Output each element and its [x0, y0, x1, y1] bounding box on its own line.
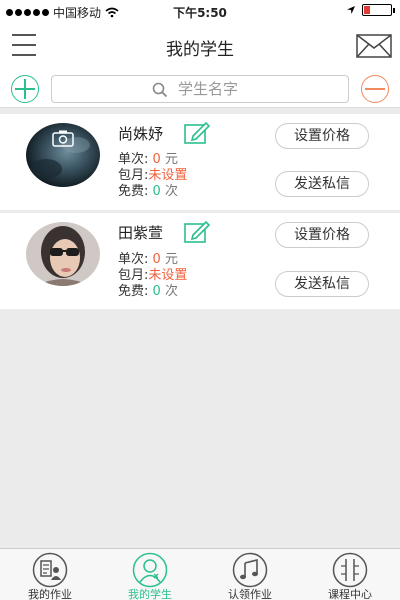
search-icon: [152, 82, 168, 98]
tab-my-students[interactable]: 我的学生: [100, 549, 200, 600]
send-message-button[interactable]: 发送私信: [275, 171, 369, 197]
page-title: 我的学生: [166, 40, 234, 60]
battery-icon: [362, 4, 395, 16]
tab-course-center[interactable]: 课程中心: [300, 549, 400, 600]
student-name: 田紫萱: [118, 224, 164, 242]
tab-my-homework[interactable]: 我的作业: [0, 549, 100, 600]
remove-student-button[interactable]: [361, 75, 389, 103]
nav-bar: 我的学生: [0, 22, 400, 70]
tab-claim-homework[interactable]: 认领作业: [200, 549, 300, 600]
free-label: 免费:: [118, 184, 149, 199]
homework-icon: [32, 552, 68, 588]
tab-label: 我的作业: [28, 588, 72, 600]
student-card: 田紫萱 单次: 0 元 包月:未设置 免费: 0 次 设置价格 发送私信: [0, 213, 400, 309]
tab-bar: 我的作业 我的学生 认领作业 课程中心: [0, 548, 400, 600]
free-value: 0: [152, 184, 161, 199]
tab-label: 课程中心: [328, 588, 372, 600]
clock: 下午5:50: [173, 6, 227, 20]
status-right: [346, 4, 395, 16]
set-price-button[interactable]: 设置价格: [275, 222, 369, 248]
search-input[interactable]: [178, 79, 338, 99]
mail-icon[interactable]: [356, 34, 392, 58]
set-price-button[interactable]: 设置价格: [275, 123, 369, 149]
send-message-button[interactable]: 发送私信: [275, 271, 369, 297]
location-arrow-icon: [347, 6, 355, 14]
edit-icon[interactable]: [184, 221, 210, 243]
free-unit: 次: [164, 284, 178, 299]
course-icon: [332, 552, 368, 588]
free-unit: 次: [164, 184, 178, 199]
avatar[interactable]: [26, 222, 100, 286]
tab-label: 我的学生: [128, 588, 172, 600]
tab-label: 认领作业: [228, 588, 272, 600]
student-icon: [132, 552, 168, 588]
free-label: 免费:: [118, 284, 149, 299]
status-bar: 中国移动 下午5:50: [0, 0, 400, 22]
student-name: 尚姝妤: [118, 125, 164, 143]
free-count-line: 免费: 0 次: [118, 280, 178, 299]
free-value: 0: [152, 284, 161, 299]
search-row: [0, 70, 400, 108]
free-count-line: 免费: 0 次: [118, 180, 178, 199]
search-box[interactable]: [51, 75, 349, 103]
music-note-icon: [232, 552, 268, 588]
camera-icon: [52, 130, 74, 147]
student-card: 尚姝妤 单次: 0 元 包月:未设置 免费: 0 次 设置价格 发送私信: [0, 114, 400, 210]
edit-icon[interactable]: [184, 122, 210, 144]
add-student-button[interactable]: [11, 75, 39, 103]
